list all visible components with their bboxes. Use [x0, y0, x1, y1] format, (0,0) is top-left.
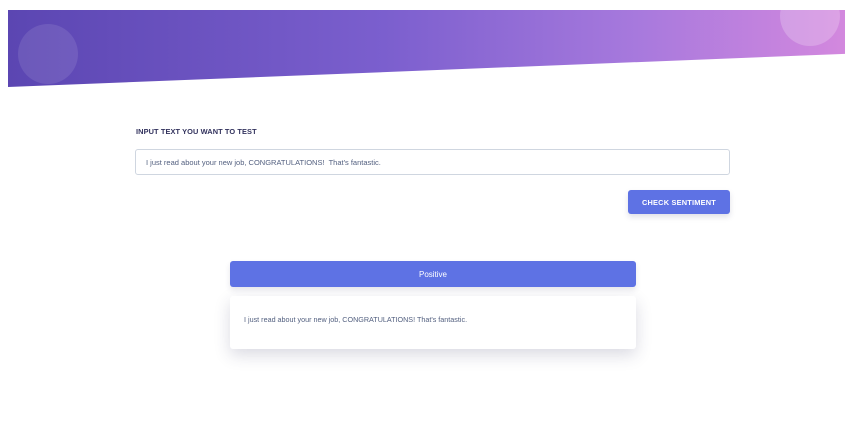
header-banner: [8, 10, 845, 87]
sentiment-result-badge: Positive: [230, 261, 636, 287]
decorative-circle-left: [18, 24, 78, 84]
page: INPUT TEXT YOU WANT TO TEST CHECK SENTIM…: [0, 0, 845, 437]
result-card: I just read about your new job, CONGRATU…: [230, 296, 636, 349]
result-text: I just read about your new job, CONGRATU…: [244, 315, 468, 324]
text-input[interactable]: [135, 149, 730, 175]
input-label: INPUT TEXT YOU WANT TO TEST: [136, 127, 257, 136]
decorative-circle-right: [780, 10, 840, 46]
check-sentiment-button[interactable]: CHECK SENTIMENT: [628, 190, 730, 214]
